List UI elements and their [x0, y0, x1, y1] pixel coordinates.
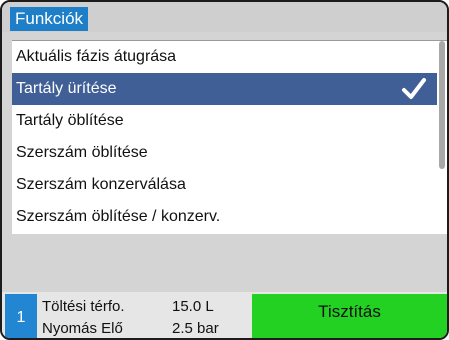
menu-item-label: Szerszám öblítése / konzerv. [16, 208, 221, 225]
menu-item-rinse-tool[interactable]: Szerszám öblítése [12, 137, 437, 169]
cleaning-button[interactable]: Tisztítás [252, 294, 447, 338]
menu-item-label: Tartály ürítése [16, 80, 117, 97]
scrollbar-thumb[interactable] [439, 41, 445, 169]
step-badge: 1 [5, 294, 37, 338]
status-label: Töltési térfo. [42, 298, 125, 315]
menu-item-label: Szerszám öblítése [16, 144, 148, 161]
page-title: Funkciók [10, 7, 89, 31]
menu-item-label: Tartály öblítése [16, 112, 124, 129]
menu-item-label: Aktuális fázis átugrása [16, 48, 177, 65]
menu-item-preserve-tool[interactable]: Szerszám konzerválása [12, 169, 437, 201]
status-bar: 1 Töltési térfo. 15.0 L Nyomás Elő 2.5 b… [2, 292, 447, 338]
check-icon [402, 78, 426, 99]
menu-scrollbar[interactable] [439, 41, 445, 234]
title-bar: Funkciók [2, 2, 447, 32]
menu-item-rinse-preserve-tool[interactable]: Szerszám öblítése / konzerv. [12, 201, 437, 233]
menu-item-label: Szerszám konzerválása [16, 176, 186, 193]
menu-item-rinse-tank[interactable]: Tartály öblítése [12, 105, 437, 137]
status-value: 2.5 bar [172, 320, 219, 337]
status-value: 15.0 L [172, 298, 214, 315]
status-label: Nyomás Elő [42, 320, 123, 337]
function-menu: Aktuális fázis átugrása Tartály ürítése … [12, 40, 447, 234]
menu-item-skip-phase[interactable]: Aktuális fázis átugrása [12, 41, 437, 73]
device-screen: Funkciók Aktuális fázis átugrása Tartály… [0, 0, 449, 340]
menu-item-empty-tank[interactable]: Tartály ürítése [12, 73, 437, 105]
